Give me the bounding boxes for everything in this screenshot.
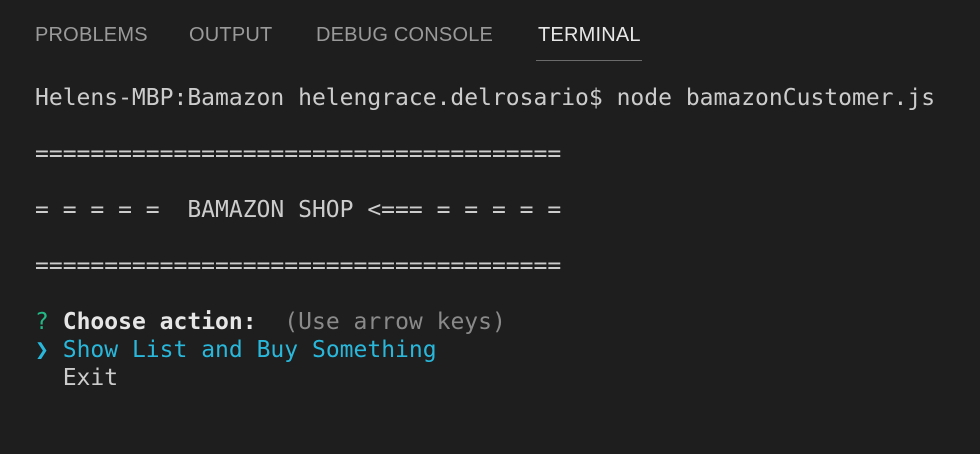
separator-bottom: ====================================== xyxy=(35,253,562,279)
prompt-line: ? Choose action: (Use arrow keys) xyxy=(35,308,506,336)
menu-option-exit[interactable]: Exit xyxy=(35,364,118,392)
terminal-output[interactable]: Helens-MBP:Bamazon helengrace.delrosario… xyxy=(0,64,980,454)
prompt-hint: (Use arrow keys) xyxy=(284,309,506,335)
separator-top: ====================================== xyxy=(35,141,562,167)
selection-pointer-icon: ❯ xyxy=(35,337,49,363)
shop-banner: = = = = = BAMAZON SHOP <=== = = = = = xyxy=(35,197,562,223)
prompt-label: Choose action: xyxy=(62,309,257,335)
question-mark: ? xyxy=(35,309,49,335)
panel-tab-bar: PROBLEMS OUTPUT DEBUG CONSOLE TERMINAL xyxy=(0,0,980,64)
tab-output[interactable]: OUTPUT xyxy=(189,22,272,48)
tab-terminal[interactable]: TERMINAL xyxy=(538,22,641,48)
option-label: Exit xyxy=(62,365,119,391)
tab-problems[interactable]: PROBLEMS xyxy=(35,22,148,48)
command-line: Helens-MBP:Bamazon helengrace.delrosario… xyxy=(35,85,936,111)
menu-option-show-list[interactable]: ❯ Show List and Buy Something xyxy=(35,336,437,364)
option-label: Show List and Buy Something xyxy=(62,337,437,363)
active-tab-indicator xyxy=(536,60,642,61)
tab-debug-console[interactable]: DEBUG CONSOLE xyxy=(316,22,493,48)
